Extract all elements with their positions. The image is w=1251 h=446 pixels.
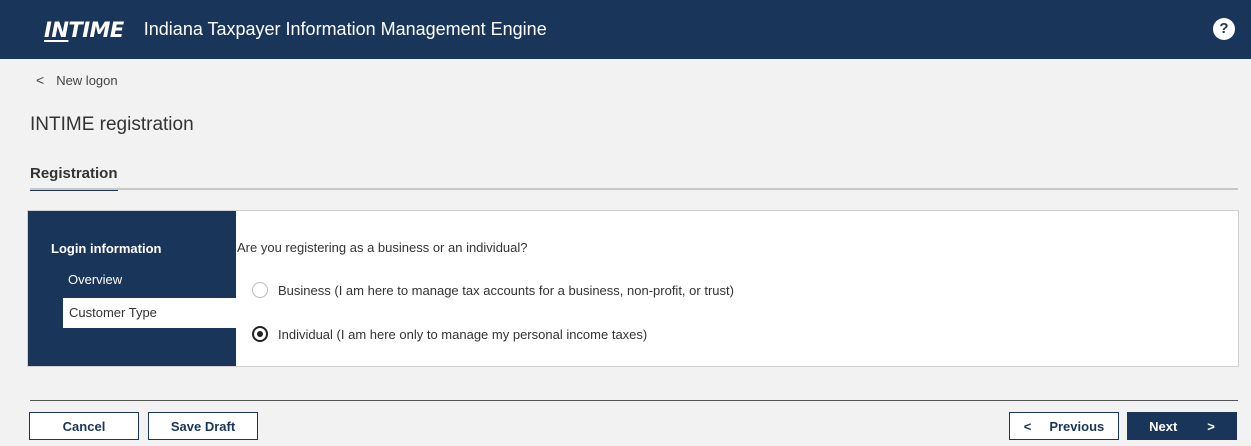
logo-text-in: IN <box>44 17 69 42</box>
page-title: INTIME registration <box>30 114 194 135</box>
sidebar-item-customer-type[interactable]: Customer Type <box>63 298 236 328</box>
footer-divider <box>30 400 1238 401</box>
radio-option-individual[interactable]: Individual (I am here only to manage my … <box>252 326 647 342</box>
chevron-left-icon: < <box>1023 418 1032 434</box>
next-label: Next <box>1149 418 1178 434</box>
save-draft-button[interactable]: Save Draft <box>148 412 258 440</box>
radio-option-business[interactable]: Business (I am here to manage tax accoun… <box>252 282 734 298</box>
radio-individual-label[interactable]: Individual (I am here only to manage my … <box>278 327 647 342</box>
back-link-label: New logon <box>56 72 118 88</box>
help-icon[interactable]: ? <box>1213 18 1235 40</box>
radio-business[interactable] <box>252 282 268 298</box>
tab-divider <box>30 188 1238 190</box>
back-link[interactable]: < New logon <box>36 72 118 88</box>
cancel-button[interactable]: Cancel <box>29 412 139 440</box>
chevron-left-icon: < <box>36 72 45 88</box>
app-title: Indiana Taxpayer Information Management … <box>143 19 547 39</box>
top-bar: INTIME Indiana Taxpayer Information Mana… <box>0 0 1251 59</box>
intime-logo[interactable]: INTIME <box>44 18 124 42</box>
previous-label: Previous <box>1049 418 1105 434</box>
radio-business-label[interactable]: Business (I am here to manage tax accoun… <box>278 283 734 298</box>
customer-type-question: Are you registering as a business or an … <box>237 240 528 255</box>
next-button[interactable]: Next > <box>1127 412 1237 440</box>
chevron-right-icon: > <box>1207 418 1215 434</box>
sidebar-heading: Login information <box>51 241 162 256</box>
step-sidebar: Login information Overview Customer Type <box>28 211 236 366</box>
radio-individual[interactable] <box>252 326 268 342</box>
sidebar-item-overview[interactable]: Overview <box>68 272 122 287</box>
previous-button[interactable]: < Previous <box>1009 412 1119 440</box>
logo-text-rest: TIME <box>68 17 124 42</box>
